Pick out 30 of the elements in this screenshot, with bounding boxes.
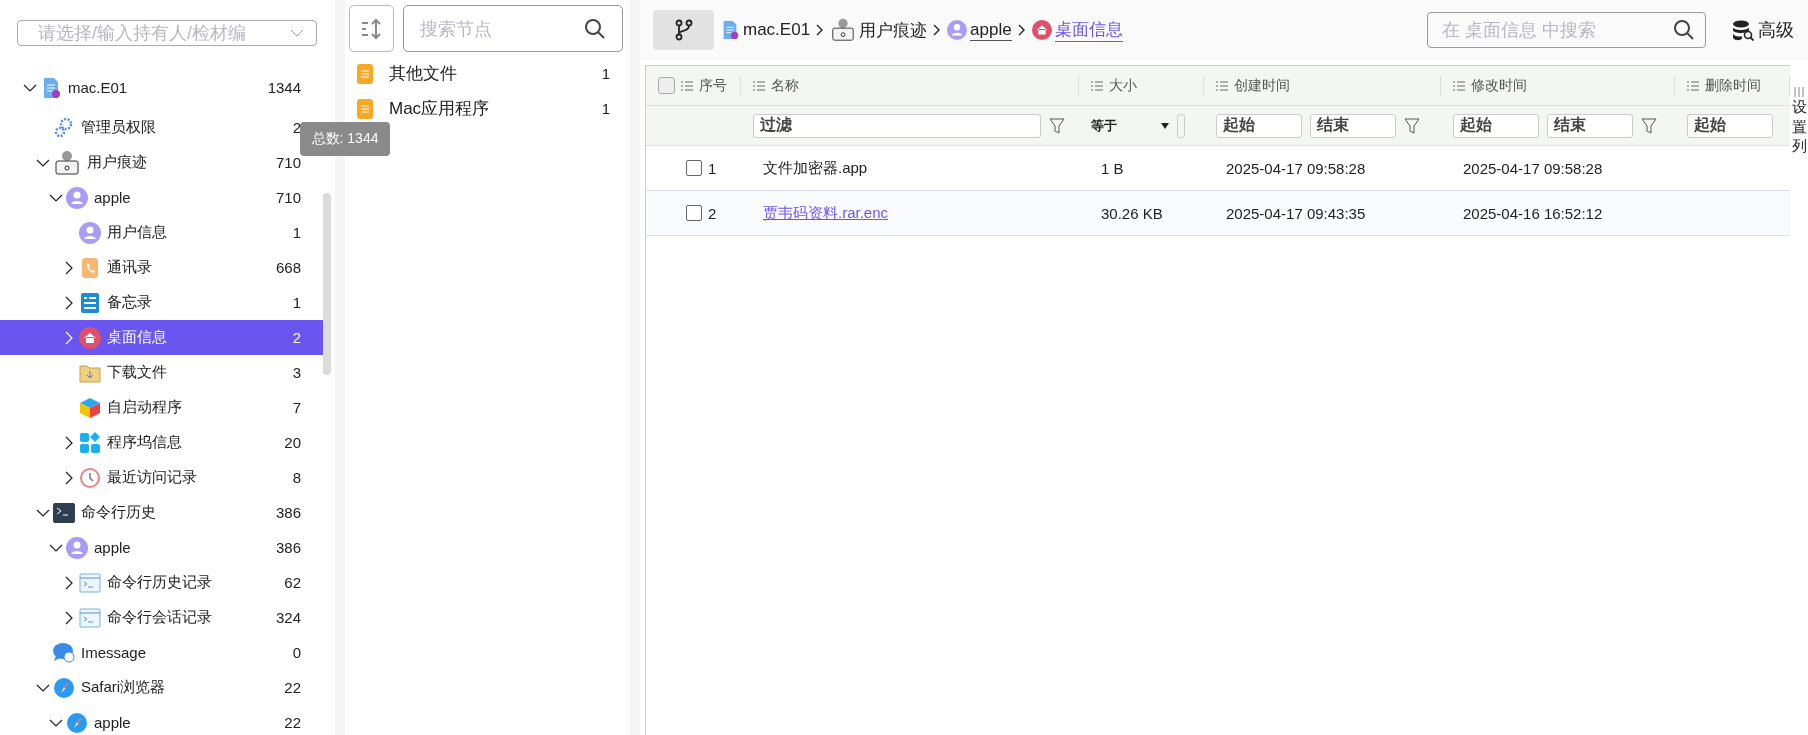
item-count: 22: [284, 714, 301, 731]
item-count: 7: [292, 399, 301, 416]
created-cell-text: 2025-04-17 09:43:35: [1225, 204, 1367, 222]
item-count: 2: [292, 329, 301, 346]
item-count: 20: [284, 434, 301, 451]
created-cell-text: 2025-04-17 09:58:28: [1225, 159, 1367, 177]
item-count: 2: [292, 119, 301, 136]
count-tooltip: 总数: 1344: [300, 122, 390, 156]
size-cell-text: 30.26 KB: [1100, 204, 1164, 222]
item-count: 386: [275, 539, 301, 556]
item-count: 8: [292, 469, 301, 486]
item-count: 62: [284, 574, 301, 591]
modified-cell-text: 2025-04-16 16:52:12: [1462, 204, 1604, 222]
item-count: 668: [275, 259, 301, 276]
size-cell-text: 1 B: [1100, 159, 1125, 177]
item-count: 710: [275, 154, 301, 171]
item-count: 710: [275, 189, 301, 206]
item-count: 1: [292, 224, 301, 241]
item-count: 1: [601, 65, 610, 82]
item-count: 0: [292, 644, 301, 661]
item-count: 386: [275, 504, 301, 521]
item-count: 324: [275, 609, 301, 626]
item-count: 1: [601, 100, 610, 117]
item-count: 1: [292, 294, 301, 311]
item-count: 1344: [267, 79, 301, 96]
modified-cell-text: 2025-04-17 09:58:28: [1462, 159, 1604, 177]
item-count: 3: [292, 364, 301, 381]
row-number: 2: [708, 204, 717, 222]
item-count: 22: [284, 679, 301, 696]
row-number: 1: [708, 159, 717, 177]
